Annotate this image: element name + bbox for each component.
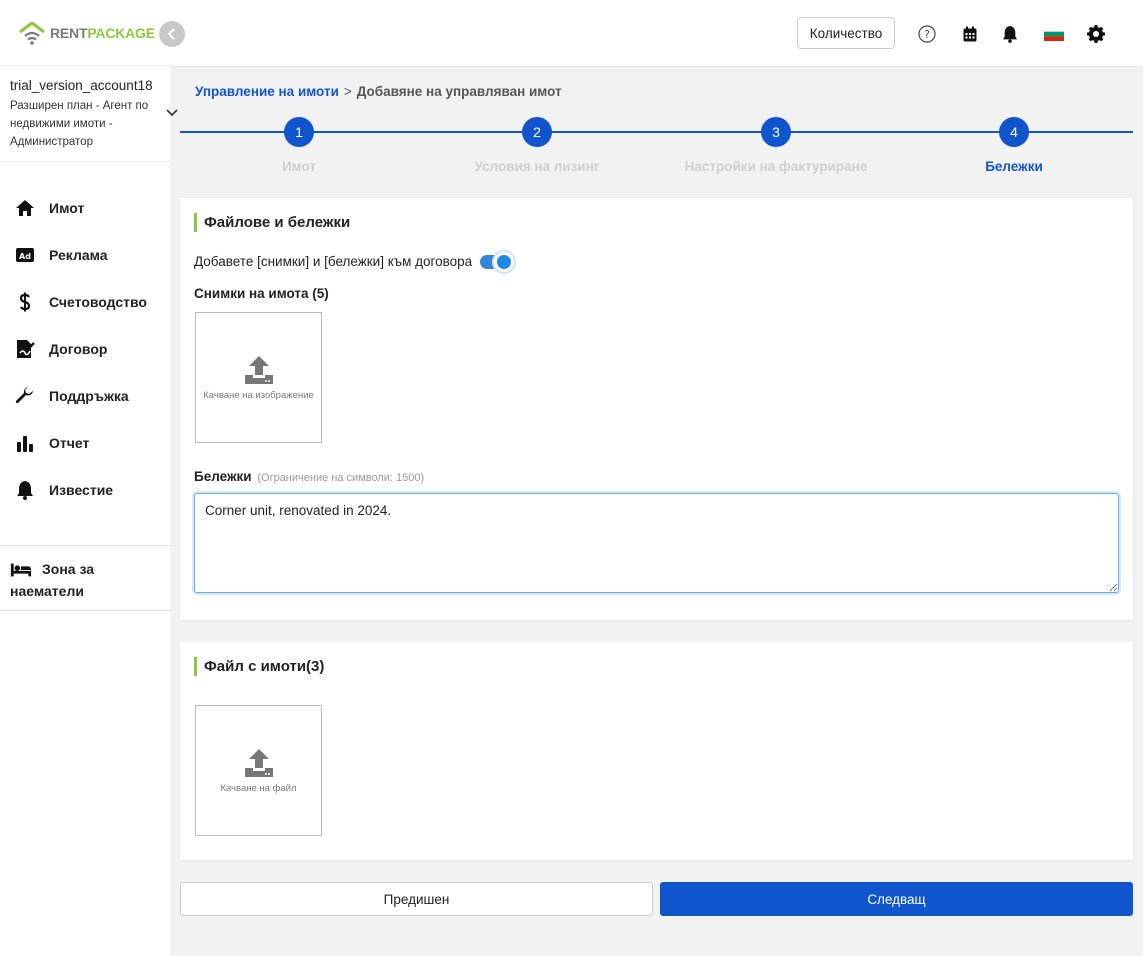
sidebar-item-label: Отчет xyxy=(49,434,90,451)
logo-text: RENTPACKAGE xyxy=(50,25,155,41)
toggle-knob xyxy=(494,251,515,272)
upload-file-button[interactable]: Качване на файл xyxy=(195,705,322,836)
logo[interactable]: RENTPACKAGE xyxy=(0,0,170,66)
sidebar-item-property[interactable]: Имот xyxy=(0,184,170,231)
breadcrumb-current: Добавяне на управляван имот xyxy=(356,84,562,99)
sidebar-item-label: Известие xyxy=(49,481,114,498)
property-files-card: Файл с имоти(3) Качване на файл xyxy=(180,642,1133,860)
sidebar-item-notification[interactable]: Известие xyxy=(0,466,170,513)
calendar-icon[interactable] xyxy=(960,24,980,44)
sidebar-item-label: Реклама xyxy=(49,246,108,263)
attach-toggle-label: Добавете [снимки] и [бележки] към догово… xyxy=(194,254,473,269)
contract-icon xyxy=(14,339,36,359)
breadcrumb: Управление на имоти > Добавяне на управляв… xyxy=(195,84,562,99)
sidebar: RENTPACKAGE trial_version_account18 Разш… xyxy=(0,0,185,956)
step-label: Настройки на фактуриране xyxy=(684,159,868,174)
sidebar-nav: Имот Ad Реклама Счетоводство Договор Под… xyxy=(0,162,170,513)
step-label: Бележки xyxy=(985,159,1043,174)
property-files-title: Файл с имоти(3) xyxy=(194,657,324,676)
logo-text-rent: RENT xyxy=(50,24,88,41)
breadcrumb-separator: > xyxy=(343,84,352,99)
home-icon xyxy=(14,198,36,218)
step-lease-terms[interactable]: 2 Условия на лизинг xyxy=(437,117,637,174)
attach-toggle-row: Добавете [снимки] и [бележки] към догово… xyxy=(194,251,515,272)
step-number: 1 xyxy=(284,117,314,147)
sidebar-item-label: Поддръжка xyxy=(49,387,129,404)
upload-file-label: Качване на файл xyxy=(220,783,297,794)
step-notes[interactable]: 4 Бележки xyxy=(914,117,1114,174)
svg-text:Ad: Ad xyxy=(19,252,31,261)
upload-icon xyxy=(244,749,273,777)
sidebar-item-report[interactable]: Отчет xyxy=(0,419,170,466)
bed-icon xyxy=(10,560,32,580)
step-number: 4 xyxy=(999,117,1029,147)
sidebar-item-advertising[interactable]: Ad Реклама xyxy=(0,231,170,278)
sidebar-item-label: Договор xyxy=(49,340,108,357)
account-plan: Разширен план - Агент по недвижими имоти… xyxy=(10,100,149,148)
chevron-down-icon[interactable] xyxy=(166,106,178,120)
notes-label-text: Бележки xyxy=(194,469,252,484)
gear-icon[interactable] xyxy=(1086,24,1106,44)
wrench-icon xyxy=(14,386,36,406)
step-label: Условия на лизинг xyxy=(474,159,600,174)
quantity-button[interactable]: Количество xyxy=(797,17,895,49)
help-icon[interactable]: ? xyxy=(917,24,937,44)
photos-label: Снимки на имота (5) xyxy=(194,286,329,301)
step-number: 2 xyxy=(522,117,552,147)
step-property[interactable]: 1 Имот xyxy=(199,117,399,174)
sidebar-item-maintenance[interactable]: Поддръжка xyxy=(0,372,170,419)
dollar-icon xyxy=(14,292,36,312)
sidebar-item-label: Счетоводство xyxy=(49,293,147,310)
sidebar-item-accounting[interactable]: Счетоводство xyxy=(0,278,170,325)
account-panel[interactable]: trial_version_account18 Разширен план - … xyxy=(0,66,178,162)
step-label: Имот xyxy=(281,159,317,174)
logo-text-package: PACKAGE xyxy=(87,24,155,41)
bell-icon[interactable] xyxy=(1000,24,1020,44)
collapse-sidebar-button[interactable] xyxy=(159,21,185,47)
chevron-left-icon xyxy=(167,28,175,40)
attach-toggle-switch[interactable] xyxy=(480,251,515,272)
sidebar-item-label: Имот xyxy=(49,199,85,216)
ad-icon: Ad xyxy=(14,245,36,265)
sidebar-item-tenant-zone[interactable]: Зона за наематели xyxy=(0,545,170,612)
breadcrumb-root-link[interactable]: Управление на имоти xyxy=(195,84,339,99)
upload-icon xyxy=(244,356,273,384)
step-number: 3 xyxy=(761,117,791,147)
sidebar-item-contract[interactable]: Договор xyxy=(0,325,170,372)
notes-label: Бележки (Ограничение на символи: 1500) xyxy=(194,469,424,484)
previous-button[interactable]: Предишен xyxy=(180,882,653,916)
upload-image-label: Качване на изображение xyxy=(203,390,314,401)
top-header: Количество ? xyxy=(170,0,1143,67)
bulgarian-flag-icon[interactable] xyxy=(1043,24,1065,44)
files-notes-title: Файлове и бележки xyxy=(194,213,350,232)
notes-limit-hint: (Ограничение на символи: 1500) xyxy=(257,472,425,484)
step-billing-settings[interactable]: 3 Настройки на фактуриране xyxy=(676,117,876,174)
notes-textarea[interactable]: Corner unit, renovated in 2024. xyxy=(194,493,1119,593)
files-notes-card: Файлове и бележки Добавете [снимки] и [б… xyxy=(180,198,1133,620)
bell-icon xyxy=(14,480,36,500)
svg-text:?: ? xyxy=(924,28,930,41)
wifi-house-logo-icon xyxy=(18,20,46,46)
account-name: trial_version_account18 xyxy=(10,78,153,93)
upload-image-button[interactable]: Качване на изображение xyxy=(195,312,322,443)
stepper: 1 Имот 2 Условия на лизинг 3 Настройки н… xyxy=(180,117,1133,177)
chart-icon xyxy=(14,433,36,453)
next-button[interactable]: Следващ xyxy=(660,882,1133,916)
